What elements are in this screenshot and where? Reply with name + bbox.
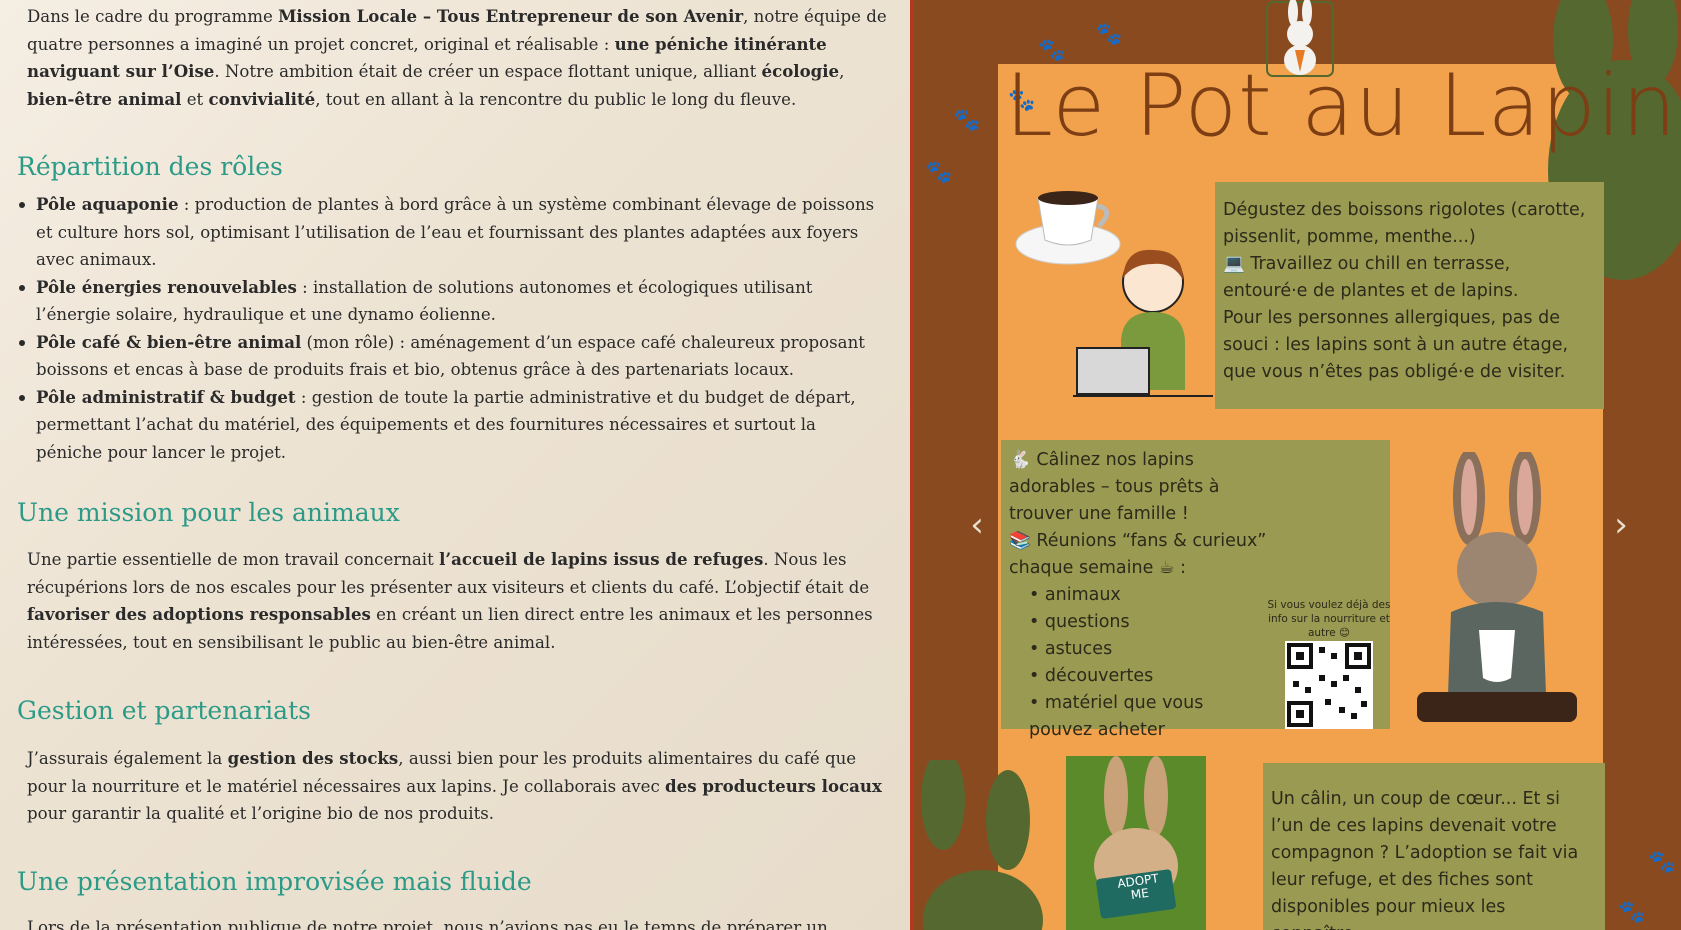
intro-text: , tout en allant à la rencontre du publi… [315,89,797,109]
gestion-text: J’assurais également la [27,749,228,768]
panel-drinks-text: Dégustez des boissons rigolotes (carotte… [1223,200,1586,382]
info-panel-drinks: Dégustez des boissons rigolotes (carotte… [1215,182,1604,409]
heading-mission: Une mission pour les animaux [17,498,400,527]
carousel-prev-button[interactable]: ‹ [957,505,997,545]
article-pane: Dans le cadre du programme Mission Local… [0,0,910,930]
heading-gestion: Gestion et partenariats [17,696,311,725]
gestion-text: pour garantir la qualité et l’origine bi… [27,804,495,823]
list-item: Pôle café & bien-être animal (mon rôle) … [19,329,886,384]
bunny-silhouette-icon [921,760,1043,930]
meeting-topics-list: animaux questions astuces découvertes ma… [1009,582,1269,744]
heading-roles: Répartition des rôles [17,152,283,181]
intro-bold: Mission Locale – Tous Entrepreneur de so… [278,6,744,26]
poster-title: Le Pot au Lapin [1005,56,1678,156]
intro-paragraph: Dans le cadre du programme Mission Local… [27,3,887,113]
intro-text: et [181,89,209,109]
list-item: découvertes [1029,663,1269,690]
carousel-next-button[interactable]: › [1601,505,1641,545]
list-item: animaux [1029,582,1269,609]
role-title: Pôle administratif & budget [36,386,296,407]
list-item: Pôle administratif & budget : gestion de… [19,384,886,467]
mission-bold: l’accueil de lapins issus de refuges [439,549,764,569]
gestion-bold: des producteurs locaux [665,775,882,796]
presentation-paragraph: Lors de la présentation publique de notr… [27,918,828,930]
qr-code-icon[interactable] [1285,641,1373,729]
list-item: Pôle aquaponie : production de plantes à… [19,191,886,274]
role-title: Pôle énergies renouvelables [36,276,297,297]
heading-presentation: Une présentation improvisée mais fluide [17,867,532,896]
intro-text: , [839,62,845,81]
rabbit-with-mug-illustration [1417,452,1577,722]
gestion-bold: gestion des stocks [227,748,399,768]
intro-text: . Notre ambition était de créer un espac… [214,62,762,81]
paw-print-icon: 🐾 [1618,900,1646,925]
paw-print-icon: 🐾 [953,108,981,133]
adopt-me-bunny-image [1066,756,1206,930]
gestion-paragraph: J’assurais également la gestion des stoc… [27,745,887,828]
paw-print-icon: 🐾 [1648,850,1676,875]
intro-text: Dans le cadre du programme [27,7,279,26]
role-title: Pôle café & bien-être animal [36,331,302,352]
image-carousel[interactable]: 🐾 🐾 🐾 🐾 🐾 🐾 🐾 Le Pot au Lapin Dégustez d… [910,0,1681,930]
roles-list: Pôle aquaponie : production de plantes à… [19,191,886,467]
list-item: astuces [1029,636,1269,663]
info-panel-adoption: Un câlin, un coup de cœur... Et si l’un … [1263,763,1605,930]
list-item: Pôle énergies renouvelables : installati… [19,274,886,329]
person-laptop-illustration [1073,249,1213,397]
mission-text: Une partie essentielle de mon travail co… [27,550,440,569]
intro-bold: bien-être animal [27,88,182,109]
list-item: questions [1029,609,1269,636]
qr-caption: Si vous voulez déjà des info sur la nour… [1267,599,1391,639]
panel-adoption-text: Un câlin, un coup de cœur... Et si l’un … [1271,789,1579,930]
intro-bold: convivialité [208,88,316,109]
list-item: matériel que vous pouvez acheter [1029,690,1269,744]
intro-bold: écologie [761,61,840,81]
paw-print-icon: 🐾 [1095,22,1123,47]
paw-print-icon: 🐾 [925,160,953,185]
mission-paragraph: Une partie essentielle de mon travail co… [27,546,887,656]
mission-bold: favoriser des adoptions responsables [27,604,371,624]
panel-cuddle-intro: 🐇 Câlinez nos lapins adorables – tous pr… [1009,450,1267,578]
role-title: Pôle aquaponie [36,194,179,214]
